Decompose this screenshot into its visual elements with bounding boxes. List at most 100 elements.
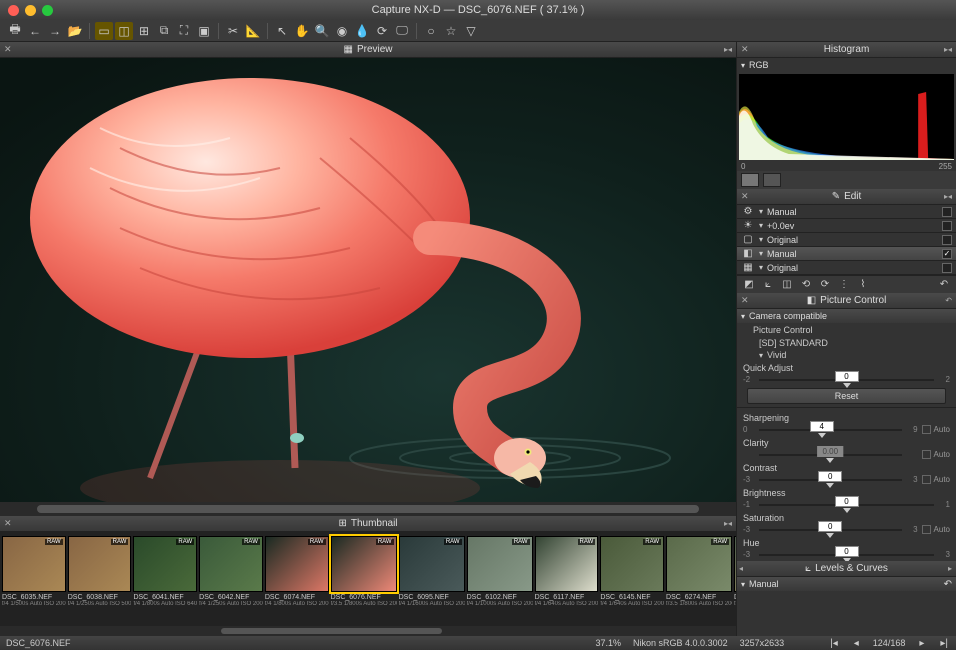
- dropper-icon[interactable]: 💧: [353, 22, 371, 40]
- slider-handle-icon[interactable]: [826, 533, 834, 538]
- tag-icon[interactable]: ○: [422, 22, 440, 40]
- slider-handle-icon[interactable]: [818, 433, 826, 438]
- view-single-icon[interactable]: ▭: [95, 22, 113, 40]
- histogram-collapse-icon[interactable]: ▸◂: [944, 45, 952, 54]
- auto-checkbox[interactable]: Auto: [922, 525, 950, 534]
- slider-track[interactable]: 4: [759, 429, 902, 431]
- crop-icon[interactable]: ✂: [224, 22, 242, 40]
- edit-row[interactable]: ◧ ▾ Manual: [737, 247, 956, 261]
- slider-handle-icon[interactable]: [826, 483, 834, 488]
- edit-row-disc[interactable]: ▾: [759, 249, 763, 258]
- thumbnail-item[interactable]: RAWDSC_6102.NEFf/4 1/1000s Auto ISO 200: [467, 536, 533, 626]
- edit-row-checkbox[interactable]: [942, 221, 952, 231]
- histogram-close-icon[interactable]: ✕: [741, 44, 749, 55]
- edit-row[interactable]: ⚙ ▾ Manual: [737, 205, 956, 219]
- edit-close-icon[interactable]: ✕: [741, 191, 749, 202]
- tool-cw-icon[interactable]: ⟳: [817, 278, 833, 292]
- edit-row-checkbox[interactable]: [942, 249, 952, 259]
- preview-h-scrollbar[interactable]: [0, 502, 736, 516]
- slider-track[interactable]: 0: [759, 379, 934, 381]
- pc-current-disc[interactable]: ▾: [759, 351, 763, 360]
- filter-icon[interactable]: ▽: [462, 22, 480, 40]
- pc-undo-icon[interactable]: ↶: [945, 296, 952, 305]
- thumbnail-item[interactable]: RAWDSC_6117.NEFf/4 1/640s Auto ISO 200: [535, 536, 599, 626]
- tool-crop-icon[interactable]: ◩: [741, 278, 757, 292]
- edit-row[interactable]: ▢ ▾ Original: [737, 233, 956, 247]
- preview-collapse-icon[interactable]: ▸◂: [724, 45, 732, 54]
- thumbnail-h-scrollbar[interactable]: [0, 626, 736, 636]
- slider-track[interactable]: 0: [759, 504, 934, 506]
- edit-tab-2[interactable]: [763, 173, 781, 187]
- straighten-icon[interactable]: 📐: [244, 22, 262, 40]
- auto-checkbox[interactable]: Auto: [922, 450, 950, 459]
- auto-checkbox[interactable]: Auto: [922, 425, 950, 434]
- tool-misc-icon[interactable]: ⋮: [836, 278, 852, 292]
- thumbnail-close-icon[interactable]: ✕: [4, 518, 12, 529]
- nav-next-icon[interactable]: ▸: [917, 638, 926, 649]
- window-close-button[interactable]: [8, 5, 19, 16]
- rotate-icon[interactable]: ⟳: [373, 22, 391, 40]
- slider-value[interactable]: 4: [810, 421, 834, 432]
- slider-value[interactable]: 0: [835, 371, 859, 382]
- edit-row-disc[interactable]: ▾: [759, 235, 763, 244]
- slider-handle-icon[interactable]: [843, 383, 851, 388]
- tool-levels-icon[interactable]: ⟀: [760, 278, 776, 292]
- preview-image-area[interactable]: [0, 58, 736, 502]
- view-grid-icon[interactable]: ⊞: [135, 22, 153, 40]
- slider-track[interactable]: 0: [759, 554, 934, 556]
- tool-curves-icon[interactable]: ◫: [779, 278, 795, 292]
- fullscreen-icon[interactable]: ⛶: [175, 22, 193, 40]
- thumbnail-item[interactable]: RAWDSC_6035.NEFf/4 1/500s Auto ISO 200: [2, 536, 66, 626]
- slider-track[interactable]: 0.00: [759, 454, 902, 456]
- edit-row[interactable]: ▦ ▾ Original: [737, 261, 956, 275]
- tool-undo-icon[interactable]: ↶: [936, 278, 952, 292]
- pc-close-icon[interactable]: ✕: [741, 295, 749, 306]
- open-icon[interactable]: 📂: [66, 22, 84, 40]
- slider-handle-icon[interactable]: [826, 458, 834, 463]
- slider-value[interactable]: 0: [835, 546, 859, 557]
- thumbnail-item[interactable]: RAWDSC_6095.NEFf/4 1/1600s Auto ISO 200: [399, 536, 465, 626]
- nav-last-icon[interactable]: ▸|: [938, 638, 950, 649]
- view-split-icon[interactable]: ◫: [115, 22, 133, 40]
- edit-row[interactable]: ☀ ▾ +0.0ev: [737, 219, 956, 233]
- thumbnail-collapse-icon[interactable]: ▸◂: [724, 519, 732, 528]
- thumbnail-item[interactable]: RAWDSC_6038.NEFf/4 1/250s Auto ISO 500: [68, 536, 132, 626]
- edit-row-checkbox[interactable]: [942, 207, 952, 217]
- slider-value[interactable]: 0.00: [817, 446, 843, 457]
- pointer-icon[interactable]: ↖: [273, 22, 291, 40]
- window-minimize-button[interactable]: [25, 5, 36, 16]
- window-maximize-button[interactable]: [42, 5, 53, 16]
- forward-icon[interactable]: →: [46, 22, 64, 40]
- slider-value[interactable]: 0: [835, 496, 859, 507]
- lc-expand-left-icon[interactable]: ◂: [739, 564, 743, 573]
- slider-track[interactable]: 0: [759, 479, 902, 481]
- edit-row-disc[interactable]: ▾: [759, 207, 763, 216]
- hand-icon[interactable]: ✋: [293, 22, 311, 40]
- slider-handle-icon[interactable]: [843, 508, 851, 513]
- monitor-icon[interactable]: 🖵: [393, 22, 411, 40]
- thumbnail-item[interactable]: RAWDSC_6145.NEFf/4 1/640s Auto ISO 200: [600, 536, 664, 626]
- thumbnail-item[interactable]: RAWDSC_6274.NEFf/3.5 1/800s Auto ISO 200: [666, 536, 732, 626]
- slider-value[interactable]: 0: [818, 471, 842, 482]
- lc-mode-disc[interactable]: ▾: [741, 580, 745, 589]
- histogram-channel-disc[interactable]: ▾: [741, 61, 745, 70]
- thumbnail-item[interactable]: RAWDSC_6042.NEFf/4 1/250s Auto ISO 200: [199, 536, 263, 626]
- edit-row-disc[interactable]: ▾: [759, 221, 763, 230]
- lc-undo-icon[interactable]: ↶: [944, 579, 952, 590]
- edit-row-checkbox[interactable]: [942, 263, 952, 273]
- star-icon[interactable]: ☆: [442, 22, 460, 40]
- thumbnail-item[interactable]: RAWDSC_6076.NEFf/3.5 1/800s Auto ISO 200: [331, 536, 397, 626]
- nav-prev-icon[interactable]: ◂: [852, 638, 861, 649]
- pc-current[interactable]: Vivid: [767, 350, 786, 360]
- back-icon[interactable]: ←: [26, 22, 44, 40]
- fit-icon[interactable]: ▣: [195, 22, 213, 40]
- nav-first-icon[interactable]: |◂: [828, 638, 840, 649]
- preview-close-icon[interactable]: ✕: [4, 44, 12, 55]
- tool-rotate-icon[interactable]: ⟲: [798, 278, 814, 292]
- thumbnail-strip[interactable]: RAWDSC_6035.NEFf/4 1/500s Auto ISO 200RA…: [0, 532, 736, 626]
- pc-compat-disc[interactable]: ▾: [741, 312, 745, 321]
- auto-checkbox[interactable]: Auto: [922, 475, 950, 484]
- thumbnail-item[interactable]: RAWDSC_6074.NEFf/4 1/800s Auto ISO 200: [265, 536, 329, 626]
- tool-brush-icon[interactable]: ⌇: [855, 278, 871, 292]
- edit-tab-1[interactable]: [741, 173, 759, 187]
